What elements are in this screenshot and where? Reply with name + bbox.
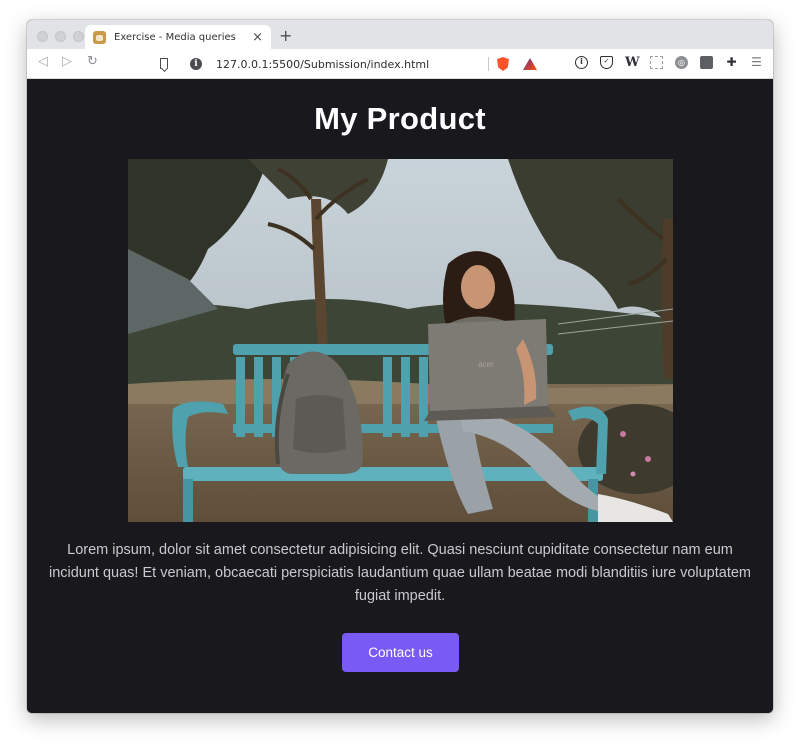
extension-icons: i ✓ W ◎ ✚ ☰ (575, 56, 763, 69)
wikipedia-icon[interactable]: W (625, 56, 640, 69)
pocket-icon[interactable]: ✓ (600, 56, 613, 69)
url-text[interactable]: 127.0.0.1:5500/Submission/index.html (216, 58, 488, 71)
bookmark-icon[interactable] (160, 58, 168, 69)
product-description: Lorem ipsum, dolor sit amet consectetur … (48, 542, 752, 604)
window-controls[interactable] (37, 31, 84, 42)
brave-shields-icon[interactable] (497, 57, 509, 71)
reload-icon[interactable]: ↻ (87, 55, 98, 68)
laptop-logo: acer (478, 360, 494, 369)
screenshot-extension-icon[interactable] (650, 56, 663, 69)
page-content: My Product acer Lorem ipsum, dolor sit a… (27, 79, 773, 713)
minimize-window-button[interactable] (55, 31, 66, 42)
new-tab-button[interactable]: + (279, 28, 292, 44)
close-tab-icon[interactable]: × (252, 31, 263, 44)
contact-us-button[interactable]: Contact us (342, 633, 459, 672)
zoom-window-button[interactable] (73, 31, 84, 42)
close-window-button[interactable] (37, 31, 48, 42)
window-extension-icon[interactable] (700, 56, 713, 69)
hero-image: acer (128, 159, 673, 522)
back-icon[interactable]: ◁ (38, 55, 48, 68)
browser-toolbar: ◁ ▷ ↻ i 127.0.0.1:5500/Submission/index.… (27, 49, 773, 79)
info-extension-icon[interactable]: i (575, 56, 588, 69)
browser-window: Exercise - Media queries × + ◁ ▷ ↻ i 127… (27, 20, 773, 713)
forward-icon[interactable]: ▷ (62, 55, 72, 68)
site-info-icon[interactable]: i (190, 58, 202, 70)
page-title: My Product (314, 101, 486, 136)
privacy-extension-icon[interactable]: ◎ (675, 56, 688, 69)
brave-rewards-icon[interactable] (523, 58, 537, 70)
extensions-puzzle-icon[interactable]: ✚ (725, 56, 738, 69)
tab-title: Exercise - Media queries (114, 31, 236, 43)
tab-exercise[interactable]: Exercise - Media queries × (85, 25, 271, 49)
url-divider (488, 57, 489, 71)
tab-strip: Exercise - Media queries × + (27, 20, 773, 49)
favicon-icon (93, 30, 106, 44)
menu-icon[interactable]: ☰ (750, 56, 763, 69)
address-bar[interactable]: i 127.0.0.1:5500/Submission/index.html (182, 53, 537, 75)
